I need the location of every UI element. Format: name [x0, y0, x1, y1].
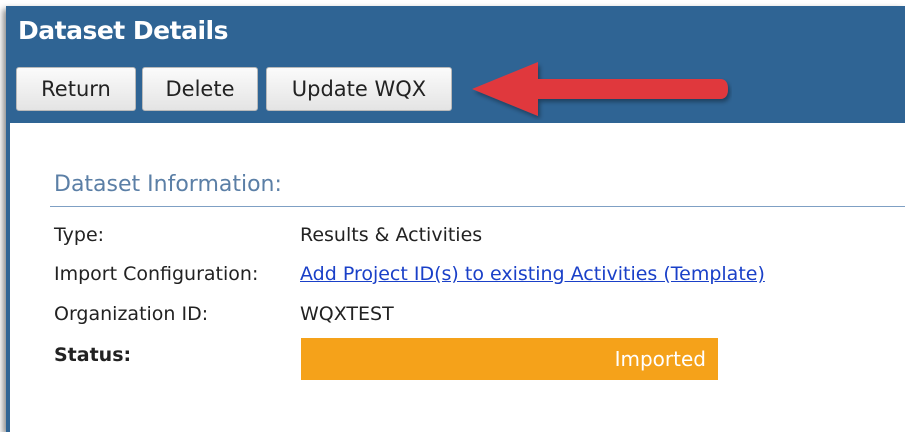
- delete-button[interactable]: Delete: [142, 67, 258, 111]
- status-label: Status:: [54, 344, 132, 366]
- update-wqx-button[interactable]: Update WQX: [266, 67, 452, 111]
- page-title: Dataset Details: [18, 16, 228, 45]
- status-value: Imported: [614, 347, 706, 371]
- section-title: Dataset Information:: [54, 172, 282, 197]
- type-label: Type:: [54, 224, 105, 246]
- section-divider: [50, 206, 905, 207]
- left-accent-bar: [6, 123, 10, 432]
- import-configuration-label: Import Configuration:: [54, 263, 259, 285]
- import-configuration-link[interactable]: Add Project ID(s) to existing Activities…: [300, 263, 765, 285]
- status-badge: Imported: [301, 338, 718, 380]
- return-button[interactable]: Return: [16, 67, 136, 111]
- type-value: Results & Activities: [300, 224, 483, 246]
- organization-id-value: WQXTEST: [300, 303, 394, 325]
- panel-header: Dataset Details Return Delete Update WQX: [6, 6, 905, 123]
- red-arrow-annotation-icon: [472, 62, 728, 116]
- organization-id-label: Organization ID:: [54, 303, 209, 325]
- dataset-details-panel: Dataset Details Return Delete Update WQX…: [6, 6, 905, 432]
